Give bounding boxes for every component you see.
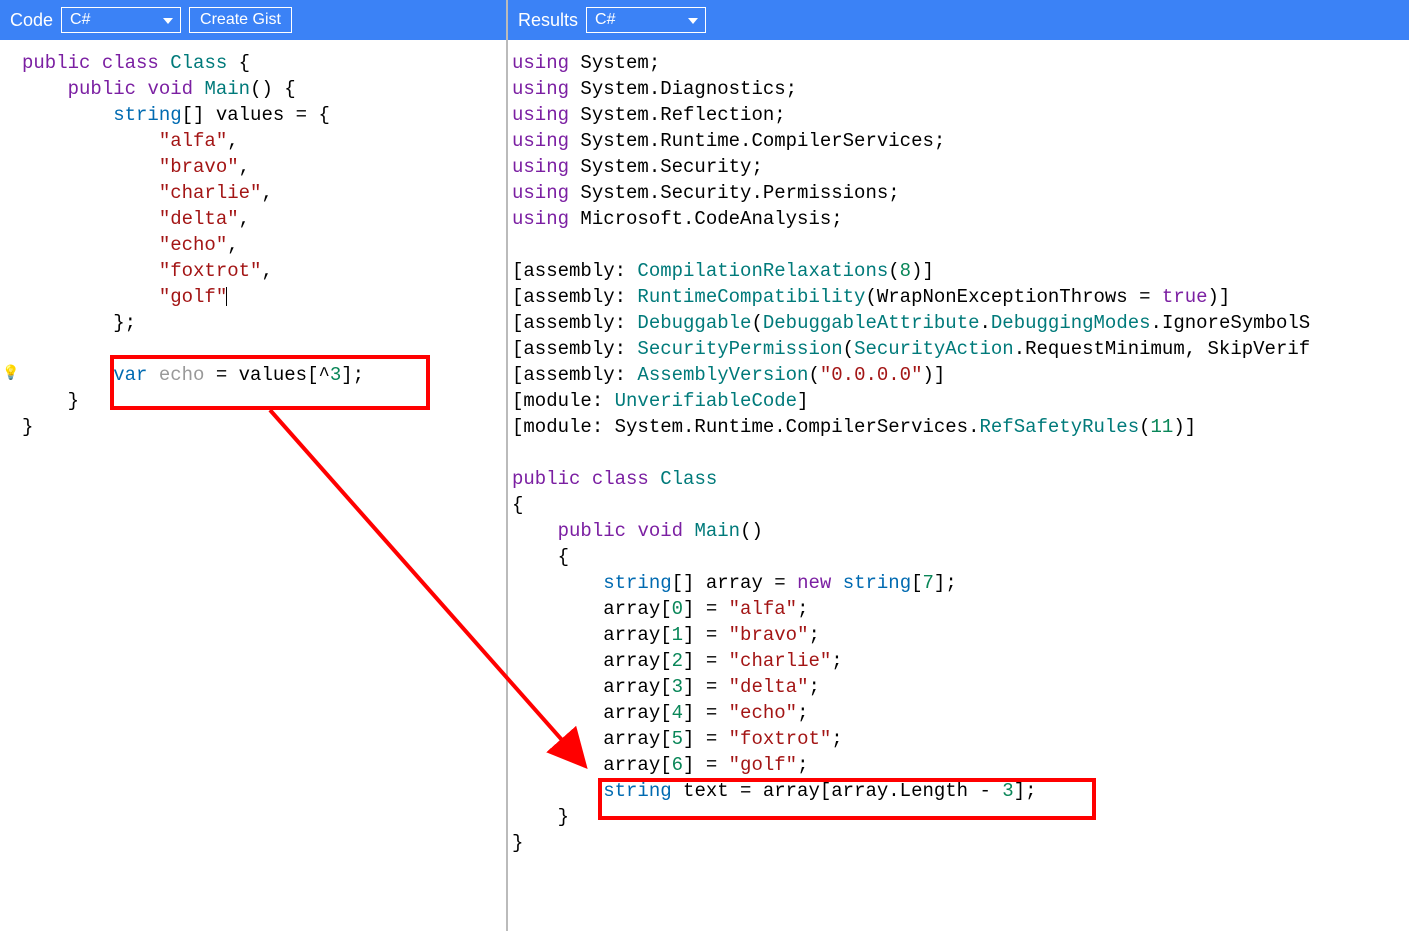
lightbulb-icon[interactable]: 💡 — [2, 364, 19, 381]
results-header: Results C# — [508, 0, 1409, 40]
code-language-value: C# — [70, 11, 90, 29]
code-pane: Code C# Create Gist 💡 public class Class… — [0, 0, 508, 931]
code-language-select[interactable]: C# — [61, 7, 181, 33]
results-viewer: using System; using System.Diagnostics; … — [508, 40, 1409, 931]
results-pane: Results C# using System; using System.Di… — [508, 0, 1409, 931]
code-header: Code C# Create Gist — [0, 0, 506, 40]
results-text: using System; using System.Diagnostics; … — [508, 40, 1409, 931]
code-gutter: 💡 — [0, 40, 18, 931]
results-title: Results — [518, 10, 578, 31]
code-editor[interactable]: 💡 public class Class { public void Main(… — [0, 40, 506, 931]
code-text[interactable]: public class Class { public void Main() … — [18, 40, 506, 931]
results-language-select[interactable]: C# — [586, 7, 706, 33]
code-title: Code — [10, 10, 53, 31]
results-language-value: C# — [595, 11, 615, 29]
app-root: Code C# Create Gist 💡 public class Class… — [0, 0, 1409, 931]
create-gist-button[interactable]: Create Gist — [189, 7, 292, 33]
